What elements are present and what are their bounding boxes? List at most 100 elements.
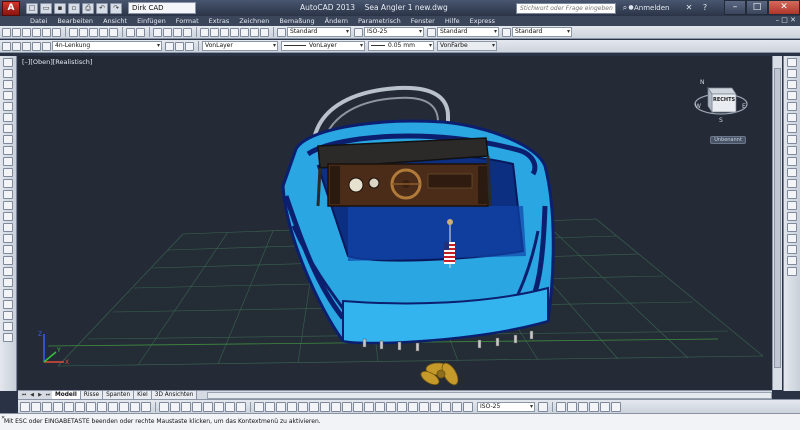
document-window-controls[interactable]: – □ ✕	[776, 16, 796, 24]
mirror-icon[interactable]	[3, 300, 13, 309]
break-icon[interactable]	[787, 179, 797, 188]
dim-style-select[interactable]: ISO-25	[364, 27, 424, 37]
model-viewport[interactable]: [–][Oben][Realistisch] Z X Y N W E S REC…	[18, 56, 772, 390]
exchange-icon[interactable]: ✕	[684, 3, 694, 13]
arc-icon[interactable]	[3, 113, 13, 122]
dim-update-icon[interactable]	[463, 401, 473, 412]
array-icon[interactable]	[3, 322, 13, 331]
menu-bearbeiten[interactable]: Bearbeiten	[57, 17, 93, 25]
tolerance-icon[interactable]	[397, 401, 407, 412]
annotation-scale-icon[interactable]	[556, 401, 566, 412]
search-input[interactable]: Stichwort oder Frage eingeben	[516, 3, 616, 14]
baseline-icon[interactable]	[353, 401, 363, 412]
spline-icon[interactable]	[3, 146, 13, 155]
xline-icon[interactable]	[3, 69, 13, 78]
lights-icon[interactable]	[225, 401, 235, 412]
linear-dim-icon[interactable]	[254, 401, 264, 412]
offset-icon[interactable]	[3, 311, 13, 320]
revcloud-icon[interactable]	[3, 135, 13, 144]
pan-icon[interactable]	[153, 27, 162, 37]
zoom-previous-icon[interactable]	[183, 27, 192, 37]
ducs-icon[interactable]	[86, 401, 96, 412]
tab-modell[interactable]: Modell	[52, 391, 81, 399]
color-select[interactable]: VonLayer	[202, 41, 278, 51]
erase-icon[interactable]	[3, 278, 13, 287]
line-icon[interactable]	[3, 58, 13, 67]
layer-select[interactable]: 4n-Lenkung	[52, 41, 162, 51]
dim-style-select-bottom[interactable]: ISO-25	[477, 401, 535, 412]
polar-icon[interactable]	[53, 401, 63, 412]
fillet-icon[interactable]	[787, 212, 797, 221]
last-tab-icon[interactable]: ⏭	[44, 392, 52, 399]
match-properties-icon[interactable]	[99, 27, 108, 37]
pan-icon[interactable]	[787, 234, 797, 243]
mleader-style-select[interactable]: Standard	[512, 27, 572, 37]
menu-einfuegen[interactable]: Einfügen	[137, 17, 166, 25]
inspect-icon[interactable]	[419, 401, 429, 412]
osnap-icon[interactable]	[64, 401, 74, 412]
sun-icon[interactable]	[32, 41, 41, 51]
dyn-icon[interactable]	[97, 401, 107, 412]
copy-icon[interactable]	[79, 27, 88, 37]
grid-icon[interactable]	[31, 401, 41, 412]
preview-icon[interactable]	[42, 27, 51, 37]
print-icon[interactable]	[32, 27, 41, 37]
center-mark-icon[interactable]	[408, 401, 418, 412]
ellipse-arc-icon[interactable]	[3, 168, 13, 177]
wcs-menu[interactable]: Unbenannt	[710, 136, 746, 144]
otrack-icon[interactable]	[75, 401, 85, 412]
command-line[interactable]: ✕ Mit ESC oder EINGABETASTE beenden oder…	[0, 413, 800, 430]
first-tab-icon[interactable]: ⏮	[20, 392, 28, 399]
hatch-icon[interactable]	[3, 212, 13, 221]
quick-properties-icon[interactable]	[130, 401, 140, 412]
tab-3d-ansichten[interactable]: 3D Ansichten	[151, 391, 198, 399]
sign-in-link[interactable]: Anmelden	[634, 4, 669, 12]
copy-icon[interactable]	[787, 69, 797, 78]
redo-icon[interactable]: ↷	[110, 2, 122, 14]
menu-zeichnen[interactable]: Zeichnen	[239, 17, 269, 25]
publish-icon[interactable]	[52, 27, 61, 37]
block-editor-icon[interactable]	[109, 27, 118, 37]
region-icon[interactable]	[3, 234, 13, 243]
lock-ui-icon[interactable]	[578, 401, 588, 412]
dim-text-edit-icon[interactable]	[452, 401, 462, 412]
menu-ansicht[interactable]: Ansicht	[103, 17, 127, 25]
walk-icon[interactable]	[203, 401, 213, 412]
save-icon[interactable]: ▪	[54, 2, 66, 14]
move-icon[interactable]	[787, 113, 797, 122]
showmotion-icon[interactable]	[787, 267, 797, 276]
properties-icon[interactable]	[200, 27, 209, 37]
snapshot-icon[interactable]	[159, 401, 169, 412]
menu-hilfe[interactable]: Hilfe	[445, 17, 460, 25]
design-center-icon[interactable]	[210, 27, 219, 37]
polygon-icon[interactable]	[3, 91, 13, 100]
save-icon[interactable]	[22, 27, 31, 37]
join-icon[interactable]	[787, 190, 797, 199]
array-icon[interactable]	[787, 102, 797, 111]
transparency-icon[interactable]	[119, 401, 129, 412]
ordinate-icon[interactable]	[287, 401, 297, 412]
zoom-icon[interactable]	[787, 245, 797, 254]
text-style-select[interactable]: Standard	[287, 27, 351, 37]
hardware-accel-icon[interactable]	[600, 401, 610, 412]
plotstyle-select[interactable]: VonFarbe	[437, 41, 497, 51]
layer-match-icon[interactable]	[185, 41, 194, 51]
menu-parametrisch[interactable]: Parametrisch	[358, 17, 401, 25]
help-icon[interactable]: ?	[700, 3, 710, 13]
tool-palettes-icon[interactable]	[220, 27, 229, 37]
copy-object-icon[interactable]	[3, 289, 13, 298]
application-menu-button[interactable]: A	[2, 0, 20, 16]
layer-properties-icon[interactable]	[2, 41, 11, 51]
open-file-icon[interactable]: ▭	[40, 2, 52, 14]
rotate-icon[interactable]	[787, 124, 797, 133]
add-selected-icon[interactable]	[3, 267, 13, 276]
menu-extras[interactable]: Extras	[209, 17, 230, 25]
jogged-linear-icon[interactable]	[430, 401, 440, 412]
make-block-icon[interactable]	[3, 190, 13, 199]
ortho-icon[interactable]	[42, 401, 52, 412]
mtext-icon[interactable]	[3, 256, 13, 265]
menu-fenster[interactable]: Fenster	[411, 17, 435, 25]
materials-icon[interactable]	[236, 401, 246, 412]
mirror-icon[interactable]	[787, 80, 797, 89]
viewcube[interactable]: N W E S RECHTS	[692, 74, 750, 124]
